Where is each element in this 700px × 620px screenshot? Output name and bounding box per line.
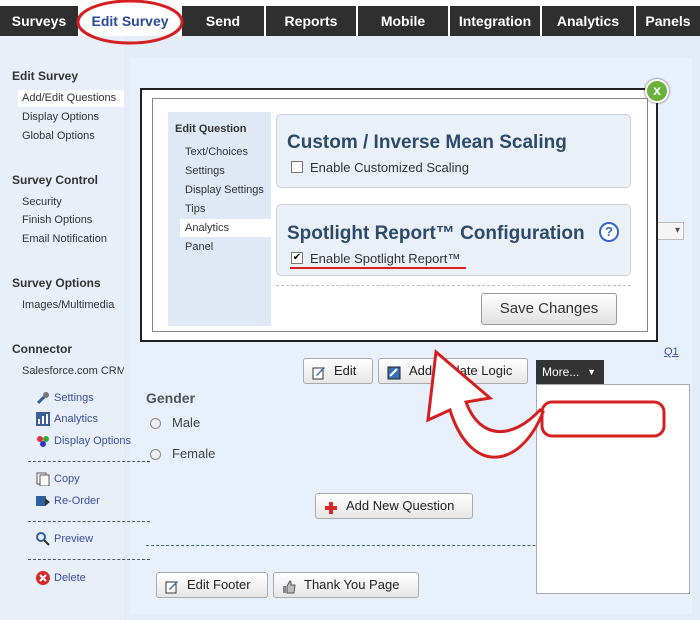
checkmark-icon: ✔	[292, 252, 302, 263]
dialog-item-panel[interactable]: Panel	[185, 241, 213, 253]
question-number-link[interactable]: Q1	[664, 346, 679, 358]
menu-item-reorder[interactable]: Re-Order	[54, 495, 100, 507]
menu-item-analytics[interactable]: Analytics	[54, 413, 98, 425]
dialog-item-analytics[interactable]: Analytics	[180, 219, 271, 237]
tab-reports[interactable]: Reports	[266, 6, 356, 36]
sidebar-item-global-options[interactable]: Global Options	[22, 130, 95, 142]
edit-question-button[interactable]: Edit	[303, 358, 373, 384]
edit-question-label: Edit	[334, 363, 357, 378]
sidebar-item-add-edit-questions[interactable]: Add/Edit Questions	[18, 90, 124, 107]
tab-integration[interactable]: Integration	[450, 6, 540, 36]
sidebar-item-finish-options[interactable]: Finish Options	[22, 214, 92, 226]
enable-spotlight-label: Enable Spotlight Report™	[310, 251, 461, 266]
dialog-item-display-settings[interactable]: Display Settings	[185, 184, 264, 196]
sidebar-item-display-options[interactable]: Display Options	[22, 111, 99, 123]
sidebar-item-security[interactable]: Security	[22, 196, 62, 208]
help-icon[interactable]: ?	[599, 222, 619, 242]
edit-footer-label: Edit Footer	[187, 577, 251, 592]
more-menu-button[interactable]: More... ▼	[536, 360, 604, 384]
add-update-logic-button[interactable]: Add/Update Logic	[378, 358, 528, 384]
tab-send-survey[interactable]: Send Survey	[182, 6, 264, 59]
radio-male[interactable]	[150, 418, 161, 429]
delete-icon	[36, 571, 50, 585]
menu-item-settings[interactable]: Settings	[54, 392, 94, 404]
edit-footer-button[interactable]: Edit Footer	[156, 572, 268, 598]
radio-female[interactable]	[150, 449, 161, 460]
reorder-icon	[36, 494, 50, 508]
sidebar-item-salesforce-crm[interactable]: Salesforce.com CRM	[22, 365, 126, 377]
edit-icon	[165, 578, 179, 594]
enable-spotlight-checkbox[interactable]: ✔	[291, 252, 303, 264]
chart-icon	[36, 412, 50, 426]
enable-scaling-label: Enable Customized Scaling	[310, 160, 469, 175]
menu-item-preview[interactable]: Preview	[54, 533, 93, 545]
top-navigation: Surveys Edit Survey Send Survey Reports …	[0, 0, 700, 59]
dialog-item-tips[interactable]: Tips	[185, 203, 205, 215]
menu-item-delete[interactable]: Delete	[54, 572, 86, 584]
more-dropdown-menu	[536, 384, 690, 594]
edit-icon	[312, 364, 326, 380]
tab-panels[interactable]: Panels	[636, 6, 700, 36]
dialog-item-text-choices[interactable]: Text/Choices	[185, 146, 248, 158]
sidebar-heading-survey-options: Survey Options	[12, 276, 101, 290]
scaling-panel-title: Custom / Inverse Mean Scaling	[287, 132, 567, 153]
sidebar-heading-edit-survey: Edit Survey	[12, 69, 79, 83]
sidebar-heading-connector: Connector	[12, 342, 72, 356]
dialog-item-settings[interactable]: Settings	[185, 165, 225, 177]
tab-edit-survey[interactable]: Edit Survey	[80, 6, 180, 36]
plus-icon	[324, 499, 338, 514]
option-label-female: Female	[172, 446, 216, 461]
enable-scaling-checkbox[interactable]	[291, 161, 303, 173]
caret-down-icon: ▼	[587, 367, 596, 377]
add-new-question-button[interactable]: Add New Question	[315, 493, 473, 519]
sidebar-item-images-multimedia[interactable]: Images/Multimedia	[22, 299, 114, 311]
save-changes-button[interactable]: Save Changes	[481, 293, 617, 325]
menu-item-display-options[interactable]: Display Options	[54, 435, 131, 447]
menu-item-copy[interactable]: Copy	[54, 473, 80, 485]
menu-separator	[28, 521, 150, 522]
copy-icon	[36, 472, 50, 487]
tab-analytics[interactable]: Analytics	[542, 6, 634, 36]
thumbs-up-icon	[282, 578, 296, 594]
magnifier-icon	[36, 532, 50, 546]
dialog-divider	[276, 285, 631, 286]
logic-icon	[387, 364, 401, 380]
sidebar-heading-survey-control: Survey Control	[12, 173, 99, 187]
wrench-icon	[36, 391, 50, 405]
tab-surveys[interactable]: Surveys	[0, 6, 78, 36]
add-update-logic-label: Add/Update Logic	[409, 363, 513, 378]
close-icon[interactable]: x	[645, 79, 669, 103]
dialog-sidebar-title: Edit Question	[175, 123, 247, 135]
menu-separator	[28, 559, 150, 560]
question-title: Gender	[146, 390, 196, 406]
sidebar-item-email-notification[interactable]: Email Notification	[22, 233, 107, 245]
more-label: More...	[542, 365, 580, 379]
palette-icon	[36, 434, 50, 448]
add-new-question-label: Add New Question	[346, 498, 455, 513]
spotlight-panel-title: Spotlight Report™ Configuration	[287, 223, 585, 244]
menu-separator	[28, 461, 150, 462]
thank-you-page-button[interactable]: Thank You Page	[273, 572, 419, 598]
tab-mobile[interactable]: Mobile	[358, 6, 448, 36]
thank-you-page-label: Thank You Page	[304, 577, 400, 592]
option-label-male: Male	[172, 415, 201, 430]
